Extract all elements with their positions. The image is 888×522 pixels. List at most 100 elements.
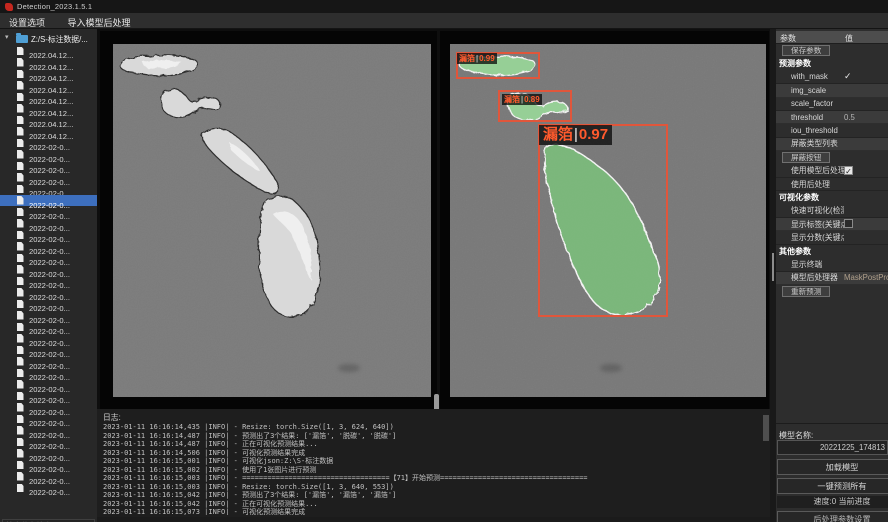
param-button-row: 保存参数 (776, 44, 888, 57)
tree-item[interactable]: 2022.04.12... (0, 80, 97, 92)
tree-item[interactable]: 2022-02-0... (0, 436, 97, 448)
tree-item[interactable]: 2022-02-0... (0, 218, 97, 230)
param-row[interactable]: scale_factor (776, 98, 888, 111)
param-row[interactable]: 快速可视化(检测) (776, 205, 888, 218)
menu-item-settings[interactable]: 设置选项 (0, 14, 54, 29)
file-icon (17, 288, 24, 297)
tree-item[interactable]: 2022.04.12... (0, 57, 97, 69)
param-value (844, 219, 853, 230)
tree-root-folder[interactable]: ▾ Z:/S-标注数据/... (0, 32, 97, 44)
tree-item[interactable]: 2022.04.12... (0, 68, 97, 80)
predict-all-button[interactable]: 一键预测所有 (777, 478, 888, 494)
tree-item[interactable]: 2022-02-0... (0, 390, 97, 402)
tree-item[interactable]: 2022-02-0... (0, 252, 97, 264)
log-line: 2023-01-11 16:16:15,003 |INFO| - Resize:… (103, 483, 758, 492)
detection-label: 漏箔|0.89 (502, 94, 542, 105)
tree-item[interactable]: 2022-02-0... (0, 321, 97, 333)
image-smudge (600, 364, 622, 372)
tree-item[interactable]: 2022-02-0... (0, 275, 97, 287)
file-icon (17, 116, 24, 125)
param-value: ✓ (844, 166, 853, 176)
param-button[interactable]: 重新预测 (782, 286, 830, 297)
params-table-header: 参数 值 (776, 31, 888, 44)
prediction-image[interactable]: 漏箔|0.99 漏箔|0.89 漏箔|0.97 (450, 44, 766, 397)
tree-item[interactable]: 2022-02-0... (0, 160, 97, 172)
tree-item[interactable]: 2022-02-0... (0, 471, 97, 483)
file-icon (17, 58, 24, 67)
param-value: MaskPostPro (844, 273, 888, 282)
tree-item[interactable]: 2022.04.12... (0, 126, 97, 138)
param-row[interactable]: 显示分数(关键点) (776, 231, 888, 244)
tree-item[interactable]: 2022-02-0... (0, 149, 97, 161)
tree-item[interactable]: 2022-02-0... (0, 367, 97, 379)
param-row[interactable]: 显示终端 (776, 258, 888, 271)
param-button[interactable]: 保存参数 (782, 45, 830, 56)
log-line: 2023-01-11 16:16:14,487 |INFO| - 正在可视化预测… (103, 440, 758, 449)
detection-box: 漏箔|0.99 (456, 52, 540, 79)
tree-item[interactable]: 2022-02-0... (0, 379, 97, 391)
file-tree-panel: ▾ Z:/S-标注数据/... 2022.04.12...2022.04.12.… (0, 29, 97, 522)
splitter-grip-icon (772, 253, 774, 281)
param-row[interactable]: 模型后处理器MaskPostPro (776, 272, 888, 285)
tree-item[interactable]: 2022-02-0... (0, 402, 97, 414)
tree-item[interactable]: 2022-02-0... (0, 310, 97, 322)
param-button[interactable]: 屏蔽按钮 (782, 152, 830, 163)
tree-item[interactable]: 2022-02-0... (0, 413, 97, 425)
tree-item[interactable]: 2022.04.12... (0, 114, 97, 126)
param-row[interactable]: 使用模型后处理✓ (776, 165, 888, 178)
param-label: 使用后处理 (776, 179, 844, 190)
menu-item-import-model-postprocess[interactable]: 导入模型后处理 (58, 14, 139, 29)
param-row[interactable]: img_scale (776, 84, 888, 97)
tree-item[interactable]: 2022-02-0... (0, 459, 97, 471)
file-icon (17, 323, 24, 332)
tree-item[interactable]: 2022-02-0... (0, 206, 97, 218)
postprocess-settings-button[interactable]: 后处理参数设置 (777, 511, 888, 522)
tree-item[interactable]: 2022-02-0... (0, 137, 97, 149)
tree-item[interactable]: 2022-02-0... (0, 172, 97, 184)
tree-item[interactable]: 2022-02-0... (0, 264, 97, 276)
tree-item[interactable]: 2022-02-0... (0, 482, 97, 494)
expand-arrow-icon[interactable]: ▾ (5, 33, 9, 41)
param-row[interactable]: iou_threshold (776, 124, 888, 137)
image-smudge (338, 364, 360, 372)
file-icon (17, 472, 24, 481)
tree-item[interactable]: 2022-02-0... (0, 183, 97, 195)
tree-item[interactable]: 2022-02-0... (0, 344, 97, 356)
tree-item[interactable]: 2022-02-0... (0, 229, 97, 241)
log-scrollbar[interactable] (763, 415, 769, 441)
speed-status: 速度:0 当前进度 (777, 496, 888, 508)
param-row[interactable]: with_mask✓ (776, 71, 888, 84)
defect-blobs-graphic (113, 44, 431, 397)
file-icon (17, 70, 24, 79)
tree-item[interactable]: 2022.04.12... (0, 45, 97, 57)
param-row[interactable]: 屏蔽类型列表 (776, 138, 888, 151)
tree-item[interactable]: 2022-02-0... (0, 195, 97, 207)
tree-item[interactable]: 2022-02-0... (0, 425, 97, 437)
param-row[interactable]: 显示标签(关键点) (776, 218, 888, 231)
load-model-button[interactable]: 加载模型 (777, 459, 888, 475)
tree-item[interactable]: 2022-02-0... (0, 298, 97, 310)
tree-item-label: 2022-02-0... (29, 488, 70, 497)
tree-item[interactable]: 2022.04.12... (0, 91, 97, 103)
param-label: 屏蔽类型列表 (776, 138, 844, 149)
tree-item[interactable]: 2022-02-0... (0, 241, 97, 253)
detection-label: 漏箔|0.97 (539, 125, 612, 145)
tree-item[interactable]: 2022-02-0... (0, 448, 97, 460)
checkbox-empty-icon[interactable] (844, 219, 853, 228)
tree-item[interactable]: 2022-02-0... (0, 333, 97, 345)
file-icon (17, 403, 24, 412)
tree-item[interactable]: 2022.04.12... (0, 103, 97, 115)
tree-item[interactable]: 2022-02-0... (0, 287, 97, 299)
param-row[interactable]: 使用后处理 (776, 178, 888, 191)
original-image[interactable] (113, 44, 431, 397)
model-name-field[interactable]: 20221225_174813 (777, 440, 888, 455)
file-icon (17, 438, 24, 447)
file-icon (17, 357, 24, 366)
log-line: 2023-01-11 16:16:15,001 |INFO| - 可视化json… (103, 457, 758, 466)
file-icon (17, 127, 24, 136)
log-line: 2023-01-11 16:16:15,042 |INFO| - 预测出了3个结… (103, 491, 758, 500)
param-label: img_scale (776, 86, 844, 95)
tree-item[interactable]: 2022-02-0... (0, 356, 97, 368)
checkbox-checked-icon[interactable]: ✓ (844, 166, 853, 175)
param-row[interactable]: threshold0.5 (776, 111, 888, 124)
